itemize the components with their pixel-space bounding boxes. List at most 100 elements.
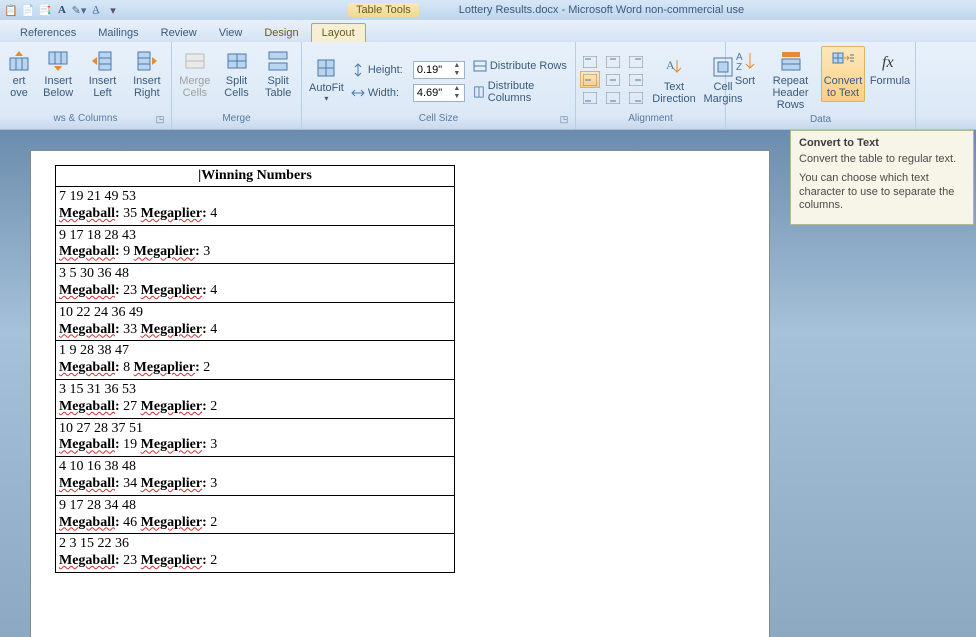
table-row[interactable]: 9 17 28 34 48Megaball: 46 Megaplier: 2 bbox=[56, 495, 455, 534]
spin-down-icon[interactable]: ▼ bbox=[451, 70, 463, 78]
group-alignment: A Text Direction Cell Margins Alignment bbox=[576, 42, 726, 129]
insert-right-button[interactable]: Insert Right bbox=[127, 46, 167, 102]
tab-design[interactable]: Design bbox=[254, 24, 308, 42]
megaball-label: Megaball bbox=[59, 515, 115, 530]
text-direction-button[interactable]: A Text Direction bbox=[650, 52, 698, 108]
table-row[interactable]: 10 22 24 36 49Megaball: 33 Megaplier: 4 bbox=[56, 302, 455, 341]
megaplier-label: Megaplier bbox=[141, 322, 202, 337]
align-tr-button[interactable] bbox=[626, 53, 646, 70]
winning-numbers: 4 10 16 38 48 bbox=[59, 459, 451, 476]
winning-numbers: 9 17 28 34 48 bbox=[59, 498, 451, 515]
tab-view[interactable]: View bbox=[209, 24, 253, 42]
tab-mailings[interactable]: Mailings bbox=[88, 24, 148, 42]
winning-numbers: 3 5 30 36 48 bbox=[59, 266, 451, 283]
formula-button[interactable]: fx Formula bbox=[869, 46, 911, 90]
font-a-icon[interactable]: A bbox=[55, 3, 69, 17]
align-mr-button[interactable] bbox=[626, 71, 646, 88]
split-table-button[interactable]: Split Table bbox=[259, 46, 297, 102]
page[interactable]: |Winning Numbers 7 19 21 49 53Megaball: … bbox=[30, 150, 770, 637]
spin-down-icon[interactable]: ▼ bbox=[451, 93, 463, 101]
paste-plain-icon[interactable]: 📄 bbox=[21, 3, 35, 17]
table-cell[interactable]: 10 27 28 37 51Megaball: 19 Megaplier: 3 bbox=[56, 418, 455, 457]
font-size-icon[interactable]: A̲ bbox=[89, 3, 103, 17]
width-label: Width: bbox=[368, 87, 410, 99]
table-cell[interactable]: 4 10 16 38 48Megaball: 34 Megaplier: 3 bbox=[56, 457, 455, 496]
split-cells-button[interactable]: Split Cells bbox=[218, 46, 256, 102]
repeat-header-rows-button[interactable]: Repeat Header Rows bbox=[764, 46, 817, 114]
svg-text:fx: fx bbox=[882, 54, 894, 71]
megaplier-label: Megaplier bbox=[141, 283, 202, 298]
winning-numbers: 10 27 28 37 51 bbox=[59, 421, 451, 438]
distribute-rows-button[interactable]: Distribute Rows bbox=[469, 58, 571, 74]
align-br-button[interactable] bbox=[626, 89, 646, 106]
window-caption: Table Tools Lottery Results.docx - Micro… bbox=[120, 3, 972, 17]
megaplier-label: Megaplier bbox=[134, 360, 195, 375]
width-spinner[interactable]: ▲▼ bbox=[413, 84, 465, 102]
megaplier-label: Megaplier bbox=[141, 553, 202, 568]
button-label: Insert Left bbox=[89, 75, 117, 99]
table-cell[interactable]: 2 3 15 22 36Megaball: 23 Megaplier: 2 bbox=[56, 534, 455, 573]
height-input[interactable] bbox=[417, 64, 451, 76]
height-icon bbox=[351, 63, 365, 77]
button-label: Insert Right bbox=[133, 75, 161, 99]
table-cell[interactable]: 9 17 28 34 48Megaball: 46 Megaplier: 2 bbox=[56, 495, 455, 534]
quick-access-toolbar: 📋 📄 📑 A ✎▾ A̲ ▾ bbox=[4, 3, 120, 17]
align-mc-button[interactable] bbox=[603, 71, 623, 88]
context-tab-label: Table Tools bbox=[348, 3, 419, 17]
table-cell[interactable]: 10 22 24 36 49Megaball: 33 Megaplier: 4 bbox=[56, 302, 455, 341]
table-cell[interactable]: 9 17 18 28 43Megaball: 9 Megaplier: 3 bbox=[56, 225, 455, 264]
customize-qat-icon[interactable]: ▾ bbox=[106, 3, 120, 17]
table-row[interactable]: 1 9 28 38 47Megaball: 8 Megaplier: 2 bbox=[56, 341, 455, 380]
table-cell[interactable]: 3 15 31 36 53Megaball: 27 Megaplier: 2 bbox=[56, 379, 455, 418]
width-input[interactable] bbox=[417, 87, 451, 99]
header-cell[interactable]: |Winning Numbers bbox=[56, 166, 455, 187]
ribbon-tabs: References Mailings Review View Design L… bbox=[0, 20, 976, 42]
sort-button[interactable]: AZ Sort bbox=[730, 46, 760, 90]
tab-layout[interactable]: Layout bbox=[311, 23, 366, 42]
group-rows-columns: ert ove Insert Below Insert Left Insert … bbox=[0, 42, 172, 129]
tab-references[interactable]: References bbox=[10, 24, 86, 42]
table-row[interactable]: 3 15 31 36 53Megaball: 27 Megaplier: 2 bbox=[56, 379, 455, 418]
group-label: Alignment bbox=[580, 113, 721, 129]
autofit-button[interactable]: AutoFit ▾ bbox=[306, 53, 347, 106]
table-cell[interactable]: 7 19 21 49 53Megaball: 35 Megaplier: 4 bbox=[56, 187, 455, 226]
distribute-columns-button[interactable]: Distribute Columns bbox=[469, 79, 571, 105]
tooltip-convert-to-text: Convert to Text Convert the table to reg… bbox=[790, 130, 974, 225]
align-tl-button[interactable] bbox=[580, 53, 600, 70]
lottery-table[interactable]: |Winning Numbers 7 19 21 49 53Megaball: … bbox=[55, 165, 455, 573]
spin-up-icon[interactable]: ▲ bbox=[451, 62, 463, 70]
copy-icon[interactable]: 📑 bbox=[38, 3, 52, 17]
insert-above-button[interactable]: ert ove bbox=[4, 46, 34, 102]
table-row[interactable]: 3 5 30 36 48Megaball: 23 Megaplier: 4 bbox=[56, 264, 455, 303]
height-spinner[interactable]: ▲▼ bbox=[413, 61, 465, 79]
table-cell[interactable]: 3 5 30 36 48Megaball: 23 Megaplier: 4 bbox=[56, 264, 455, 303]
table-row[interactable]: 10 27 28 37 51Megaball: 19 Megaplier: 3 bbox=[56, 418, 455, 457]
highlight-icon[interactable]: ✎▾ bbox=[72, 3, 86, 17]
table-row[interactable]: 4 10 16 38 48Megaball: 34 Megaplier: 3 bbox=[56, 457, 455, 496]
insert-below-button[interactable]: Insert Below bbox=[38, 46, 78, 102]
button-label: Merge Cells bbox=[179, 75, 210, 99]
dialog-launcher-icon[interactable]: ◳ bbox=[559, 114, 569, 124]
table-cell[interactable]: 1 9 28 38 47Megaball: 8 Megaplier: 2 bbox=[56, 341, 455, 380]
convert-to-text-button[interactable]: Convert to Text bbox=[821, 46, 865, 102]
megaball-label: Megaball bbox=[59, 283, 115, 298]
align-bc-button[interactable] bbox=[603, 89, 623, 106]
insert-left-button[interactable]: Insert Left bbox=[82, 46, 122, 102]
dialog-launcher-icon[interactable]: ◳ bbox=[155, 114, 165, 124]
spin-up-icon[interactable]: ▲ bbox=[451, 85, 463, 93]
ribbon: ert ove Insert Below Insert Left Insert … bbox=[0, 42, 976, 130]
table-row[interactable]: 7 19 21 49 53Megaball: 35 Megaplier: 4 bbox=[56, 187, 455, 226]
tab-review[interactable]: Review bbox=[151, 24, 207, 42]
megaball-label: Megaball bbox=[59, 553, 115, 568]
align-ml-button[interactable] bbox=[580, 71, 600, 88]
group-label: ws & Columns◳ bbox=[4, 113, 167, 129]
align-tc-button[interactable] bbox=[603, 53, 623, 70]
table-row[interactable]: 2 3 15 22 36Megaball: 23 Megaplier: 2 bbox=[56, 534, 455, 573]
table-header-row[interactable]: |Winning Numbers bbox=[56, 166, 455, 187]
align-bl-button[interactable] bbox=[580, 89, 600, 106]
group-data: AZ Sort Repeat Header Rows Convert to Te… bbox=[726, 42, 916, 129]
megaplier-label: Megaplier bbox=[141, 206, 202, 221]
button-label: Convert to Text bbox=[824, 75, 863, 99]
table-row[interactable]: 9 17 18 28 43Megaball: 9 Megaplier: 3 bbox=[56, 225, 455, 264]
paste-icon[interactable]: 📋 bbox=[4, 3, 18, 17]
